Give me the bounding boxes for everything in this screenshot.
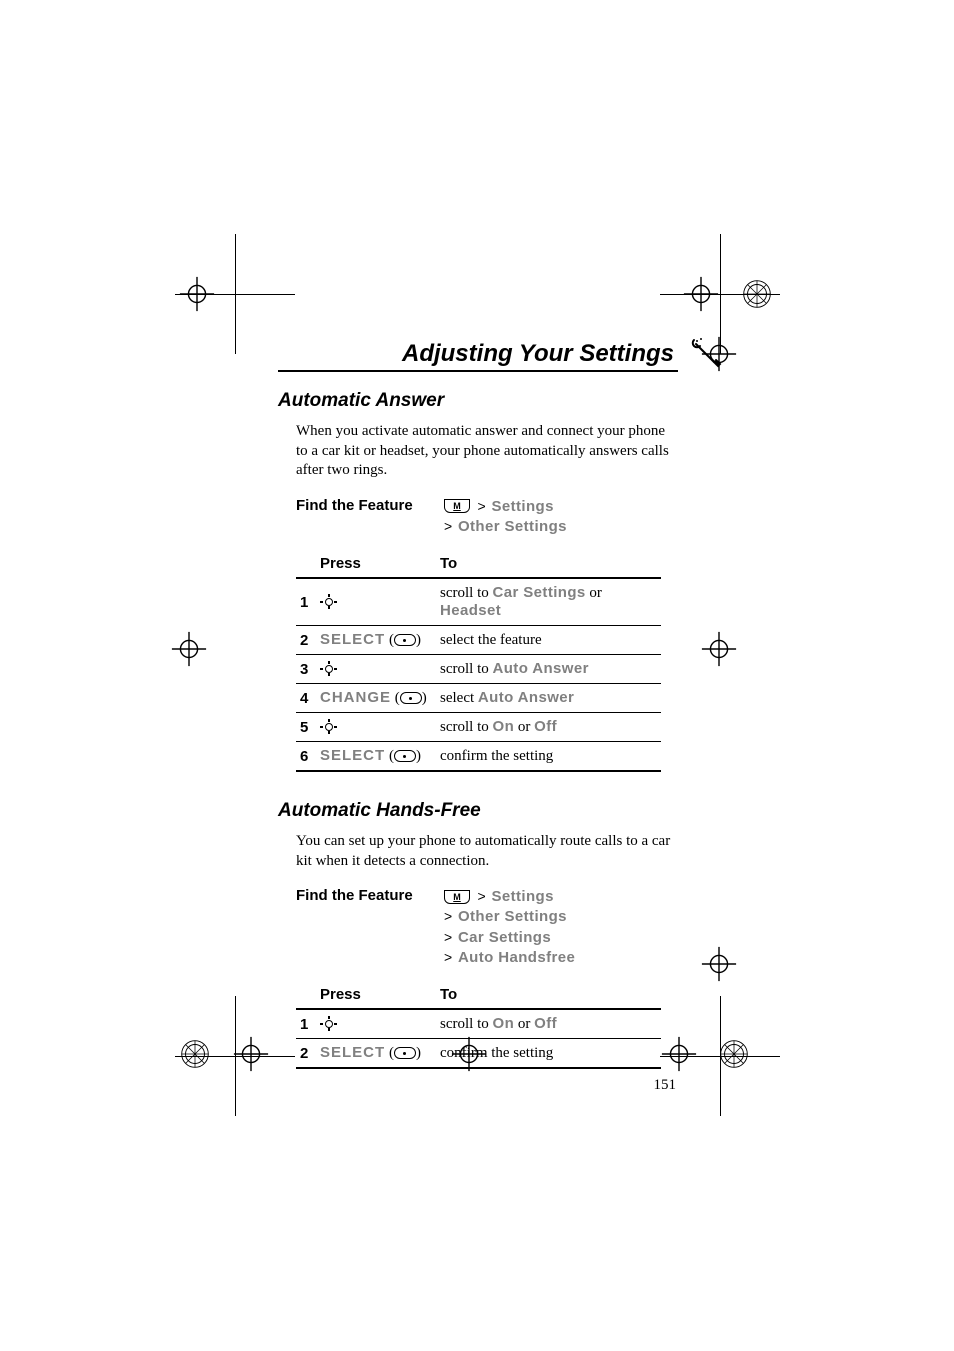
col-press: Press <box>316 982 436 1009</box>
path-item: Other Settings <box>458 908 567 925</box>
steps-table: Press To 1 scroll to On or Off 2 SELECT … <box>296 982 661 1069</box>
registration-cross-icon <box>720 234 721 354</box>
col-to: To <box>436 551 661 578</box>
soft-key-icon <box>400 692 422 704</box>
step-num: 5 <box>296 713 316 742</box>
step-num: 3 <box>296 655 316 684</box>
page-number: 151 <box>278 1077 678 1094</box>
path-item: Other Settings <box>458 518 567 535</box>
step-num: 2 <box>296 626 316 655</box>
registration-cross-icon <box>235 234 236 354</box>
step-num: 4 <box>296 684 316 713</box>
find-feature-label: Find the Feature <box>296 887 444 968</box>
registration-cross-icon <box>235 996 236 1116</box>
chapter-title-text: Adjusting Your Settings <box>402 340 674 367</box>
settings-wrench-icon <box>684 332 724 372</box>
registration-target-icon <box>170 630 208 668</box>
step-num: 1 <box>296 1009 316 1039</box>
registration-target-icon <box>700 945 738 983</box>
registration-target-icon <box>232 1035 270 1073</box>
path-item: Auto Handsfree <box>458 949 575 966</box>
section-body: When you activate automatic answer and c… <box>296 422 678 481</box>
page-content: Adjusting Your Settings Automatic Answer… <box>278 340 678 1094</box>
chapter-title: Adjusting Your Settings <box>278 340 678 368</box>
find-feature-block: Find the Feature M > Settings > Other Se… <box>296 497 678 538</box>
section-body: You can set up your phone to automatical… <box>296 832 678 871</box>
step-num: 6 <box>296 742 316 772</box>
menu-key-icon: M <box>444 890 470 904</box>
step-num: 2 <box>296 1039 316 1069</box>
nav-key-icon <box>320 661 338 677</box>
find-feature-label: Find the Feature <box>296 497 444 538</box>
registration-cross-icon <box>720 996 721 1116</box>
steps-table: Press To 1 scroll to Car Settings or Hea… <box>296 551 661 772</box>
path-item: Car Settings <box>458 929 551 946</box>
chapter-rule <box>278 370 678 372</box>
path-item: Settings <box>491 498 553 515</box>
nav-key-icon <box>320 719 338 735</box>
section-heading: Automatic Answer <box>278 390 678 412</box>
find-feature-block: Find the Feature M > Settings > Other Se… <box>296 887 678 968</box>
registration-target-icon <box>700 630 738 668</box>
col-to: To <box>436 982 661 1009</box>
soft-key-icon <box>394 634 416 646</box>
section-heading: Automatic Hands-Free <box>278 800 678 822</box>
step-num: 1 <box>296 578 316 626</box>
soft-key-icon <box>394 750 416 762</box>
path-item: Settings <box>491 888 553 905</box>
menu-path: M > Settings > Other Settings <box>444 497 567 538</box>
menu-key-icon: M <box>444 499 470 513</box>
nav-key-icon <box>320 1016 338 1032</box>
registration-disc-icon <box>176 1035 214 1073</box>
menu-path: M > Settings > Other Settings > Car Sett… <box>444 887 575 968</box>
col-press: Press <box>316 551 436 578</box>
nav-key-icon <box>320 594 338 610</box>
soft-key-icon <box>394 1047 416 1059</box>
